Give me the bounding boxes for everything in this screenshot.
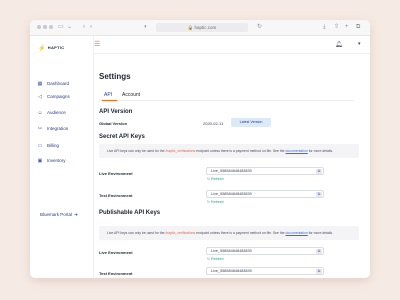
secret-test-label: Test Environment	[99, 193, 133, 198]
tab-account[interactable]: Account	[122, 92, 140, 98]
secret-live-key-field[interactable]: Live_558584848483839 ⧉	[206, 167, 324, 175]
browser-window: ▭ ⌄ ‹ › ◐ 🔒 haptic.com ↻ ⤓ ⇧ + ⧉ ⚡ HAPTIC…	[30, 20, 370, 278]
forward-icon[interactable]: ›	[90, 23, 92, 31]
back-icon[interactable]: ‹	[83, 23, 85, 31]
users-icon: ☺	[37, 110, 43, 116]
publishable-test-key-field[interactable]: Live_558584848483839 ⧉	[206, 267, 324, 275]
address-bar[interactable]: 🔒 haptic.com	[156, 23, 248, 32]
notice-text: for more details.	[307, 231, 334, 235]
sidebar-item-billing[interactable]: ▭ Billing	[37, 142, 59, 150]
latest-version-button[interactable]: Latest Version	[231, 118, 271, 127]
global-version-value: 2020-02-11	[203, 121, 224, 126]
secret-live-key-value: Live_558584848483839	[211, 169, 252, 173]
puzzle-icon: ✂	[37, 126, 43, 132]
share-icon[interactable]: ⇧	[334, 23, 339, 31]
copy-icon[interactable]: ⧉	[316, 192, 322, 197]
refresh-icon: ↻	[207, 200, 211, 204]
secret-keys-notice: Live API keys can only be used for the /…	[99, 144, 359, 158]
card-icon: ▭	[37, 143, 43, 149]
lock-icon: 🔒	[187, 25, 194, 30]
megaphone-icon: ◁	[38, 94, 42, 100]
window-minimize-dot[interactable]	[43, 25, 47, 29]
publishable-live-refresh-link[interactable]: ↻ Refresh	[207, 257, 224, 261]
sidebar-toggle-icon[interactable]: ▭	[58, 23, 64, 31]
page-title: Settings	[99, 72, 131, 81]
tabs-overview-icon[interactable]: ⧉	[356, 23, 360, 31]
address-text: haptic.com	[194, 25, 217, 30]
bell-icon[interactable]: 🔔︎	[335, 41, 343, 48]
sidebar-item-label: Audience	[47, 110, 66, 115]
copy-icon[interactable]: ⧉	[316, 249, 322, 254]
secret-live-label: Live Environment	[99, 171, 133, 176]
secret-test-key-field[interactable]: Live_558584848483839 ⧉	[206, 190, 324, 198]
top-bar: ☰ 🔔︎ ▾	[94, 36, 370, 54]
refresh-label: Refresh	[211, 177, 224, 181]
active-tab-indicator	[102, 100, 117, 101]
download-icon[interactable]: ⤓	[323, 23, 326, 31]
documentation-link[interactable]: documentation	[286, 231, 308, 235]
publishable-test-key-value: Live_558584848483839	[211, 269, 252, 273]
documentation-link[interactable]: documentation	[286, 149, 308, 153]
copy-icon[interactable]: ⧉	[316, 169, 322, 174]
box-icon: ▣	[37, 158, 43, 164]
publishable-keys-notice: Live API keys can only be used for the /…	[99, 226, 359, 240]
secret-keys-title: Secret API Keys	[99, 134, 145, 140]
notice-text: Live API keys can only be used for the	[107, 149, 166, 153]
grid-icon: ▦	[37, 81, 43, 87]
secret-test-key-value: Live_558584848483839	[211, 192, 252, 196]
window-close-dot[interactable]	[37, 25, 41, 29]
reload-icon[interactable]: ↻	[257, 23, 262, 31]
api-version-title: API Version	[99, 109, 133, 115]
sidebar-item-inventory[interactable]: ▣ Inventory	[37, 157, 66, 165]
publishable-live-key-field[interactable]: Live_558584848483839 ⧉	[206, 247, 324, 255]
privacy-shield-icon[interactable]: ◐	[144, 23, 148, 31]
tab-divider	[99, 100, 354, 101]
refresh-label: Refresh	[211, 200, 224, 204]
notice-endpoint: /haptic_verifications	[165, 149, 196, 153]
chevron-down-icon[interactable]: ⌄	[67, 23, 72, 31]
brand-name: HAPTIC	[47, 45, 65, 50]
notice-text: endpoint unless there is a payment metho…	[195, 231, 286, 235]
sidebar-item-label: Inventory	[47, 158, 66, 163]
menu-toggle-icon[interactable]: ☰	[94, 40, 100, 48]
secret-test-refresh-link[interactable]: ↻ Refresh	[207, 200, 224, 204]
notice-endpoint: /haptic_verifications	[165, 231, 196, 235]
copy-icon[interactable]: ⧉	[316, 269, 322, 274]
sidebar-item-label: Integration	[47, 126, 69, 131]
publishable-live-key-value: Live_558584848483839	[211, 249, 252, 253]
sidebar-item-audience[interactable]: ☺ Audience	[37, 109, 66, 117]
sidebar-item-campaigns[interactable]: ◁ Campaigns	[37, 93, 70, 101]
brand-logo[interactable]: ⚡ HAPTIC	[38, 45, 64, 52]
window-zoom-dot[interactable]	[49, 25, 53, 29]
refresh-icon: ↻	[207, 177, 211, 181]
global-version-label: Global Version	[99, 121, 128, 126]
sidebar-item-label: Dashboard	[47, 81, 70, 86]
sidebar: ⚡ HAPTIC ▦ Dashboard ◁ Campaigns ☺ Audien…	[30, 36, 94, 278]
sidebar-item-dashboard[interactable]: ▦ Dashboard	[37, 80, 69, 88]
portal-link-label: Bluemark Portal	[40, 212, 73, 217]
sidebar-item-label: Billing	[47, 143, 60, 148]
browser-toolbar: ▭ ⌄ ‹ › ◐ 🔒 haptic.com ↻ ⤓ ⇧ + ⧉	[30, 20, 370, 36]
sidebar-item-integration[interactable]: ✂ Integration	[37, 125, 68, 133]
refresh-label: Refresh	[211, 257, 224, 261]
arrow-right-icon: ➜	[74, 212, 78, 217]
secret-live-refresh-link[interactable]: ↻ Refresh	[207, 177, 224, 181]
notice-text: endpoint unless there is a payment metho…	[195, 149, 286, 153]
sidebar-item-label: Campaigns	[47, 94, 70, 99]
notice-text: for more details.	[307, 149, 334, 153]
main-content: Settings API Account API Version Global …	[94, 54, 370, 278]
account-menu-chevron-icon[interactable]: ▾	[358, 41, 361, 47]
new-tab-icon[interactable]: +	[345, 23, 349, 31]
bolt-logo-icon: ⚡	[38, 46, 46, 52]
refresh-icon: ↻	[207, 257, 211, 261]
portal-link[interactable]: Bluemark Portal ➜	[40, 212, 78, 218]
publishable-live-label: Live Environment	[99, 250, 133, 255]
notice-text: Live API keys can only be used for the	[107, 231, 166, 235]
tab-api[interactable]: API	[104, 92, 112, 98]
publishable-keys-title: Publishable API Keys	[99, 210, 161, 216]
publishable-test-label: Test Environment	[99, 271, 133, 276]
